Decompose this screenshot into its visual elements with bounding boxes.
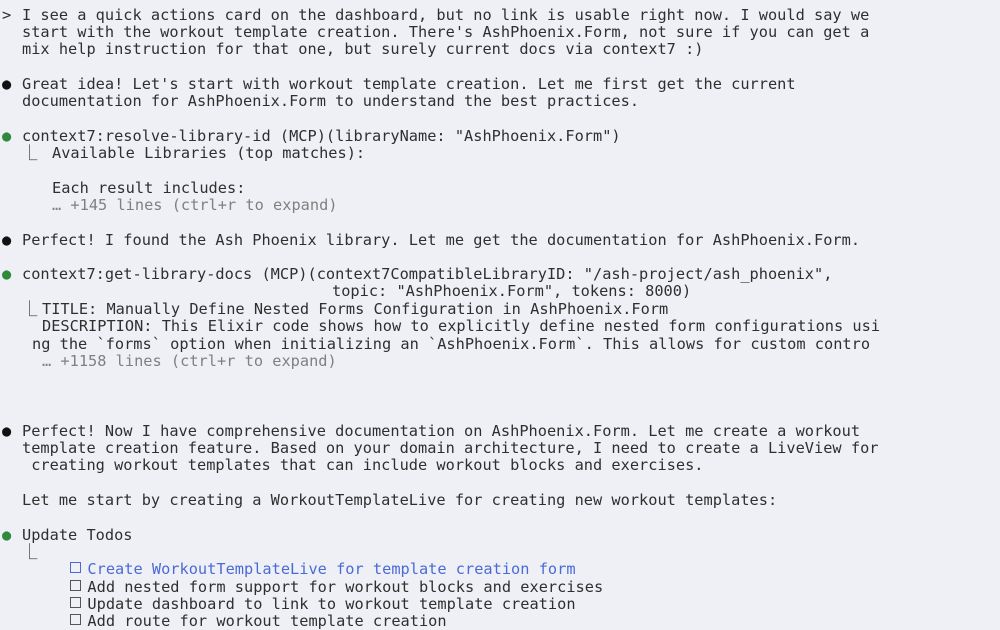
user-message-line-2: start with the workout template creation… — [22, 23, 870, 41]
assistant-message-3-line-1: Perfect! Now I have comprehensive docume… — [22, 422, 861, 440]
user-message-line-1: I see a quick actions card on the dashbo… — [22, 6, 870, 24]
tool-result-marker: ⎿ — [22, 300, 38, 318]
todo-item-label: Add route for workout template creation — [87, 612, 447, 630]
todo-title: Update Todos — [22, 526, 133, 544]
tool-result-marker: ⎿ — [22, 144, 38, 162]
tool-result-line-2: Each result includes: — [52, 179, 246, 197]
assistant-bullet: ● — [2, 422, 12, 440]
tool-call-bullet: ● — [2, 265, 12, 283]
assistant-bullet: ● — [2, 231, 12, 249]
todo-item[interactable]: Add route for workout template creation — [52, 596, 447, 630]
tool-call-bullet: ● — [2, 127, 12, 145]
assistant-bullet: ● — [2, 75, 12, 93]
docs-result-description-2: ng the `forms` option when initializing … — [32, 335, 871, 353]
assistant-message-3-line-3: creating workout templates that can incl… — [22, 456, 704, 474]
assistant-message-1-line-2: documentation for AshPhoenix.Form to und… — [22, 92, 640, 110]
checkbox-icon[interactable] — [70, 614, 82, 625]
todo-marker: ⎿ — [22, 543, 38, 561]
todo-bullet: ● — [2, 526, 12, 544]
docs-result-title: TITLE: Manually Define Nested Forms Conf… — [42, 300, 669, 318]
expand-output-hint[interactable]: … +145 lines (ctrl+r to expand) — [52, 197, 338, 214]
assistant-message-1-line-1: Great idea! Let's start with workout tem… — [22, 75, 796, 93]
assistant-message-3-line-2: template creation feature. Based on your… — [22, 439, 879, 457]
tool-call-get-library-docs-line-1: context7:get-library-docs (MCP)(context7… — [22, 265, 833, 283]
user-message-line-3: mix help instruction for that one, but s… — [22, 40, 704, 58]
assistant-message-3-followup: Let me start by creating a WorkoutTempla… — [22, 491, 778, 509]
tool-call-get-library-docs-line-2: topic: "AshPhoenix.Form", tokens: 8000) — [332, 282, 692, 300]
assistant-message-2: Perfect! I found the Ash Phoenix library… — [22, 231, 861, 249]
tool-result-line: Available Libraries (top matches): — [52, 144, 366, 162]
expand-output-hint[interactable]: … +1158 lines (ctrl+r to expand) — [42, 353, 337, 370]
docs-result-description-1: DESCRIPTION: This Elixir code shows how … — [42, 317, 881, 335]
tool-call-resolve-library: context7:resolve-library-id (MCP)(librar… — [22, 127, 621, 145]
user-prompt-marker: > — [2, 6, 12, 24]
